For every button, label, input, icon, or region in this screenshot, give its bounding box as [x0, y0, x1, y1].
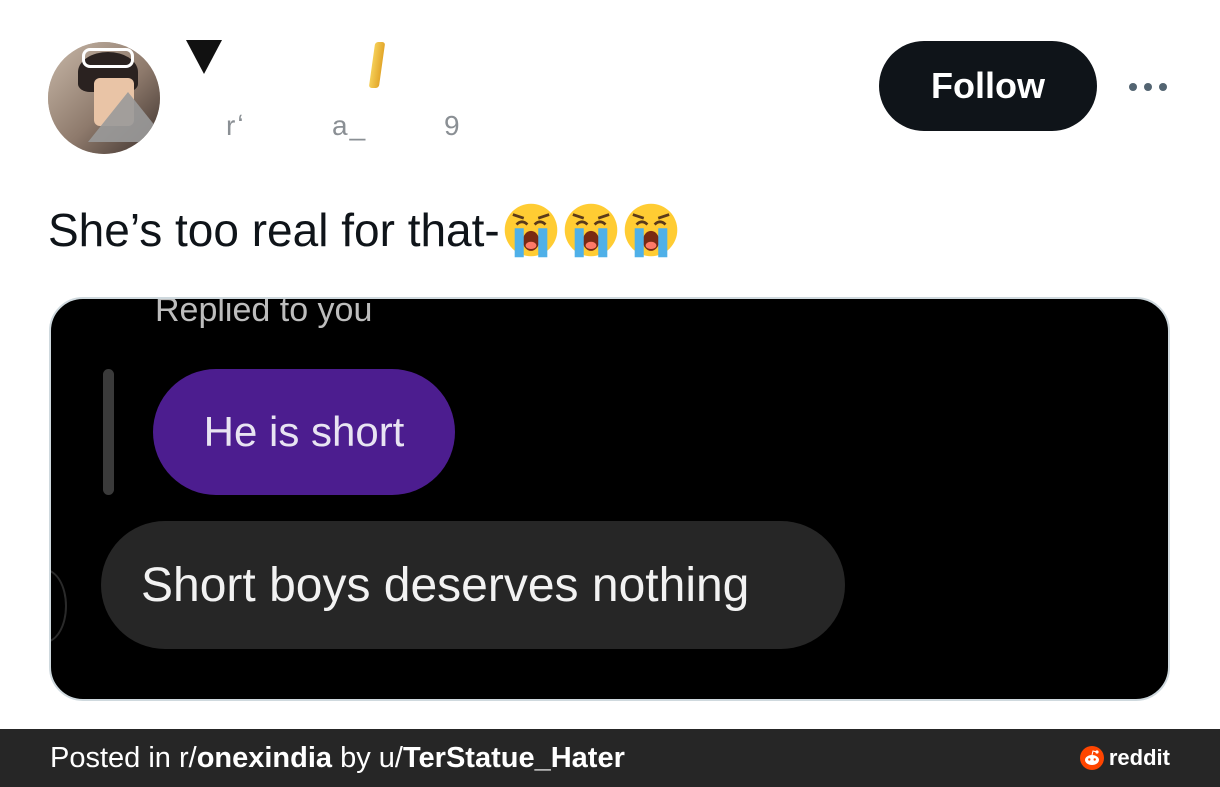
- avatar-edge: [51, 569, 67, 643]
- reddit-snoo-icon: [1079, 746, 1104, 770]
- more-options-icon[interactable]: [1122, 70, 1174, 104]
- handle-redacted: rʻ a_ 9: [182, 108, 472, 142]
- reply-message-bubble: Short boys deserves nothing: [101, 521, 845, 649]
- posted-in-prefix: Posted in r/: [50, 741, 197, 774]
- avatar[interactable]: [48, 42, 160, 154]
- tweet-body: She’s too real for that-: [48, 204, 500, 256]
- handle-fragment: rʻ: [226, 110, 246, 141]
- loudly-crying-face-icon: [504, 203, 558, 258]
- tweet-text: She’s too real for that-: [48, 198, 680, 262]
- loudly-crying-face-icon: [624, 203, 678, 258]
- reddit-logo: reddit: [1079, 729, 1170, 787]
- follow-button[interactable]: Follow: [879, 41, 1097, 131]
- source-footer: Posted in r/onexindia by u/TerStatue_Hat…: [0, 729, 1220, 787]
- reddit-wordmark: reddit: [1108, 745, 1170, 770]
- quoted-message-bubble: He is short: [153, 369, 455, 495]
- reply-indicator-bar: [103, 369, 114, 495]
- post-screenshot: rʻ a_ 9 Follow She’s too real for that-: [0, 0, 1220, 787]
- footer-attribution: Posted in r/onexindia by u/TerStatue_Hat…: [50, 729, 625, 787]
- subreddit-link[interactable]: onexindia: [197, 742, 332, 775]
- replied-to-you-label: Replied to you: [155, 297, 373, 329]
- username-link[interactable]: TerStatue_Hater: [403, 742, 625, 775]
- media-image[interactable]: Replied to you He is short Short boys de…: [49, 297, 1170, 701]
- by-prefix: by u/: [332, 741, 403, 774]
- handle-fragment: a_: [332, 110, 368, 141]
- display-name-redacted: [182, 40, 392, 90]
- handle-fragment: 9: [444, 110, 462, 141]
- loudly-crying-face-icon: [564, 203, 618, 258]
